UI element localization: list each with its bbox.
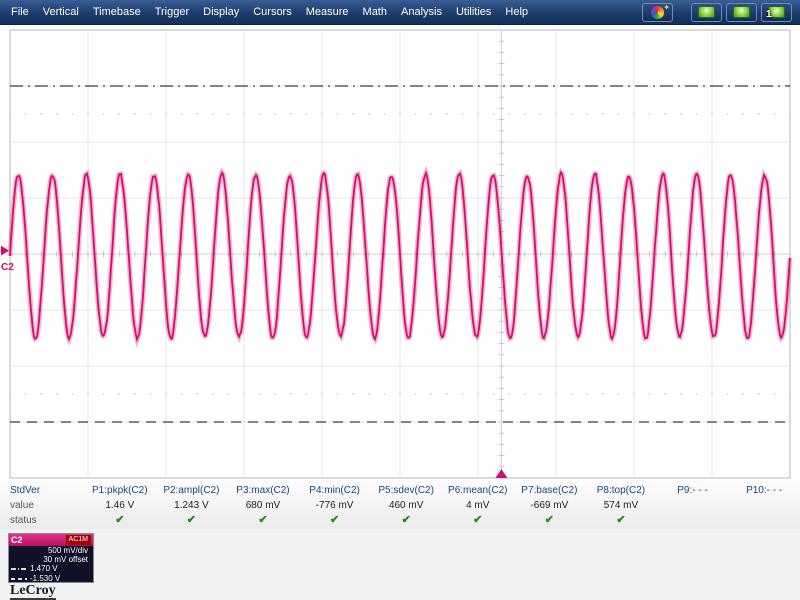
menu-bar: File Vertical Timebase Trigger Display C… <box>0 0 800 25</box>
channel-name: C2 <box>11 535 23 545</box>
menu-item-analysis[interactable]: Analysis <box>394 1 449 23</box>
measurement-status: ✔ <box>544 514 554 526</box>
channel-1-display-button[interactable]: 1 <box>761 2 792 22</box>
channel-descriptor-c2[interactable]: C2 AC1M 500 mV/div 30 mV offset 1.470 V … <box>8 533 94 583</box>
toolbar-icons: ✦ 1 <box>642 2 796 22</box>
channel-offset: 30 mV offset <box>43 555 88 564</box>
menu-item-timebase[interactable]: Timebase <box>86 1 148 23</box>
measurement-status <box>657 513 729 528</box>
channel-descriptor-header: C2 AC1M <box>9 534 93 546</box>
menu-item-vertical[interactable]: Vertical <box>36 1 86 23</box>
pinwheel-icon <box>651 5 664 19</box>
display-toggle-button-1[interactable] <box>691 2 722 22</box>
measurement-set-label: StdVer <box>10 485 41 496</box>
measurement-value: 460 mV <box>388 500 424 511</box>
measurement-p10[interactable]: P10:- - - <box>728 483 800 529</box>
menu-item-utilities[interactable]: Utilities <box>449 1 498 23</box>
measurement-value: 1.243 V <box>174 500 209 511</box>
measurement-status <box>728 513 800 528</box>
measurement-p6[interactable]: P6:mean(C2) 4 mV ✔ <box>442 483 514 529</box>
measurement-status: ✔ <box>258 514 268 526</box>
menu-item-file[interactable]: File <box>4 1 36 23</box>
lower-level-value: -1.530 V <box>30 574 61 583</box>
measurement-row-headers: StdVer value status <box>0 483 84 529</box>
measurement-status: ✔ <box>115 514 125 526</box>
measurement-value: 574 mV <box>603 500 639 511</box>
measurement-value: -669 mV <box>530 500 569 511</box>
upper-level-row: 1.470 V <box>9 564 93 574</box>
measurement-value <box>657 498 729 513</box>
measurement-label: P8:top(C2) <box>596 485 646 496</box>
measurement-p2[interactable]: P2:ampl(C2) 1.243 V ✔ <box>156 483 228 529</box>
measurement-label: P3:max(C2) <box>236 485 290 496</box>
measurement-p3[interactable]: P3:max(C2) 680 mV ✔ <box>227 483 299 529</box>
measurement-status: ✔ <box>186 514 196 526</box>
lecroy-logo: LeCroy <box>10 583 56 600</box>
menu-item-help[interactable]: Help <box>498 1 535 23</box>
measurement-label: P9:- - - <box>677 485 708 496</box>
dashed-line-icon <box>11 578 27 580</box>
star-icon: ✦ <box>663 2 670 12</box>
screen-icon <box>698 6 715 18</box>
measurement-p8[interactable]: P8:top(C2) 574 mV ✔ <box>585 483 657 529</box>
measurement-panel: StdVer value status P1:pkpk(C2) 1.46 V ✔… <box>0 480 800 529</box>
measurement-p9[interactable]: P9:- - - <box>657 483 729 529</box>
upper-level-value: 1.470 V <box>30 564 58 573</box>
menu-item-measure[interactable]: Measure <box>299 1 356 23</box>
measurement-p5[interactable]: P5:sdev(C2) 460 mV ✔ <box>370 483 442 529</box>
lecroy-pinwheel-button[interactable]: ✦ <box>642 2 673 22</box>
dashdot-line-icon <box>11 568 27 570</box>
measurement-p4[interactable]: P4:min(C2) -776 mV ✔ <box>299 483 371 529</box>
measurement-value: 1.46 V <box>105 500 135 511</box>
menu-item-trigger[interactable]: Trigger <box>148 1 196 23</box>
measurement-value: 4 mV <box>466 500 490 511</box>
screen-icon <box>733 6 750 18</box>
measurement-label: P2:ampl(C2) <box>163 485 220 496</box>
coupling-badge: AC1M <box>65 535 91 545</box>
waveform-display[interactable]: C2 <box>0 25 800 480</box>
measurement-p1[interactable]: P1:pkpk(C2) 1.46 V ✔ <box>84 483 156 529</box>
measurement-status: ✔ <box>473 514 483 526</box>
menu-item-math[interactable]: Math <box>356 1 394 23</box>
measurement-label: P5:sdev(C2) <box>378 485 434 496</box>
lower-level-row: -1.530 V <box>9 574 93 583</box>
measurement-label: P7:base(C2) <box>521 485 578 496</box>
channel-1-badge: 1 <box>766 8 772 20</box>
measurement-label: P1:pkpk(C2) <box>92 485 148 496</box>
measurement-status: ✔ <box>329 514 340 526</box>
measurement-label: P4:min(C2) <box>309 485 360 496</box>
scope-grid-svg <box>1 29 793 479</box>
measurement-label: P10:- - - <box>746 485 783 496</box>
measurement-value: 680 mV <box>245 500 281 511</box>
volts-per-div: 500 mV/div <box>47 546 88 555</box>
measurement-p7[interactable]: P7:base(C2) -669 mV ✔ <box>514 483 586 529</box>
measurement-label: P6:mean(C2) <box>448 485 508 496</box>
menu-item-cursors[interactable]: Cursors <box>246 1 299 23</box>
status-row-label: status <box>10 515 37 526</box>
measurement-status: ✔ <box>616 514 626 526</box>
measurement-value: -776 mV <box>315 500 354 511</box>
measurement-status: ✔ <box>401 514 411 526</box>
oscilloscope-app: { "menu": { "items": ["File","Vertical",… <box>0 0 800 600</box>
display-toggle-button-2[interactable] <box>726 2 757 22</box>
menu-item-display[interactable]: Display <box>196 1 246 23</box>
measurement-value <box>728 498 800 513</box>
channel-trace-label: C2 <box>1 261 14 273</box>
value-row-label: value <box>10 500 34 511</box>
